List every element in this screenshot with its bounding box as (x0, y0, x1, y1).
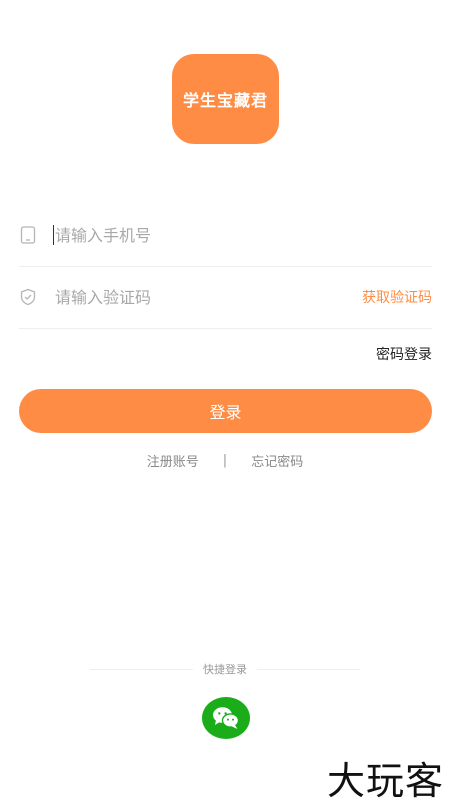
text-cursor (53, 225, 54, 245)
shield-icon (20, 288, 36, 306)
app-logo-text: 学生宝藏君 (182, 91, 268, 110)
divider-line-left (90, 668, 193, 670)
phone-icon (20, 226, 36, 244)
register-link[interactable]: 注册账号 (147, 451, 199, 470)
quick-login-label: 快捷登录 (203, 663, 247, 676)
forgot-password-link[interactable]: 忘记密码 (251, 451, 303, 470)
link-separator: | (222, 453, 228, 468)
wechat-login-button[interactable] (202, 697, 250, 739)
account-links: 注册账号 | 忘记密码 (0, 451, 450, 470)
quick-login-divider: 快捷登录 (90, 660, 360, 678)
password-login-link[interactable]: 密码登录 (376, 344, 432, 364)
app-logo: 学生宝藏君 (172, 54, 279, 144)
verification-code-field: 获取验证码 (19, 266, 432, 329)
login-button[interactable]: 登录 (19, 389, 432, 433)
get-code-button[interactable]: 获取验证码 (362, 287, 432, 307)
login-page: 学生宝藏君 获取验证码 密码登录 登录 注册账号 | 忘记密码 快捷登录 (0, 0, 450, 800)
divider-line-right (257, 668, 360, 670)
watermark-text: 大玩客 (326, 759, 444, 800)
phone-field (19, 204, 432, 267)
verification-code-input[interactable] (55, 285, 355, 309)
wechat-icon (213, 707, 240, 729)
phone-input[interactable] (55, 223, 355, 247)
